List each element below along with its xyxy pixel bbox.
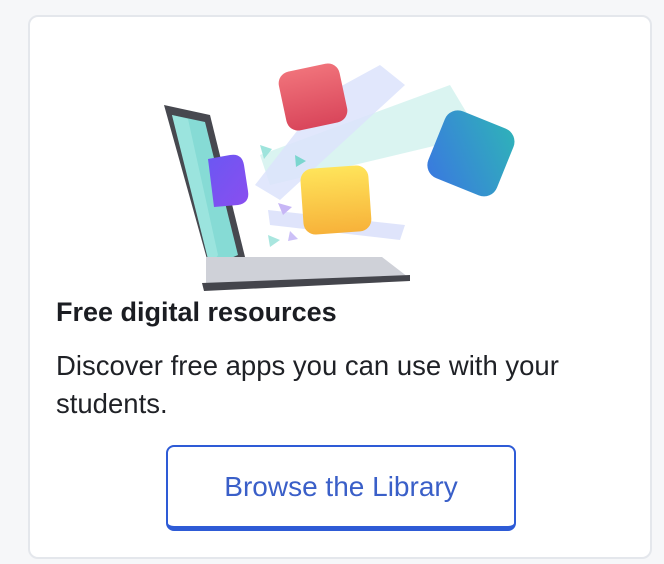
card-title: Free digital resources [56,297,337,327]
laptop-apps-illustration [164,63,515,291]
confetti-shape [288,231,298,241]
card-description: Discover free apps you can use with your… [56,350,559,419]
red-app-tile [278,63,348,131]
resources-card: Free digital resources Discover free app… [28,15,652,559]
confetti-shape [268,235,280,247]
purple-app-tile [208,154,249,207]
yellow-app-tile [300,165,372,235]
browse-library-button[interactable]: Browse the Library [166,445,516,531]
